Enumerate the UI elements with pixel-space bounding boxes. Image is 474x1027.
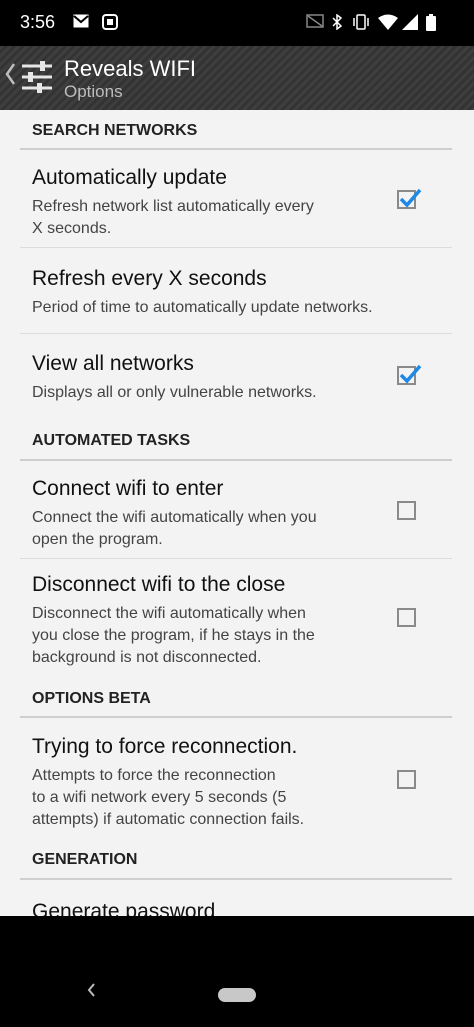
disconnect-close-checkbox[interactable] — [397, 608, 416, 627]
pref-title: Connect wifi to enter — [32, 477, 224, 500]
section-header-search-networks: SEARCH NETWORKS — [32, 122, 198, 139]
app-subtitle: Options — [64, 82, 123, 101]
pref-summary: X seconds. — [32, 220, 112, 237]
pref-summary: Refresh network list automatically every — [32, 198, 314, 215]
status-time: 3:56 — [20, 12, 56, 32]
pref-summary: Displays all or only vulnerable networks… — [32, 384, 317, 401]
back-arrow-icon[interactable] — [4, 62, 16, 86]
pref-title: Automatically update — [32, 166, 227, 189]
nav-home-pill[interactable] — [218, 988, 256, 1002]
pref-title: Trying to force reconnection. — [32, 735, 298, 758]
screenshot-icon — [102, 14, 118, 30]
checkmark-icon — [399, 188, 422, 208]
pref-summary: open the program. — [32, 531, 163, 548]
pref-summary: Period of time to automatically update n… — [32, 299, 373, 316]
connect-enter-checkbox[interactable] — [397, 501, 416, 520]
battery-icon — [426, 14, 436, 31]
pref-summary: attempts) if automatic connection fails. — [32, 811, 305, 828]
pref-title: Generate password — [32, 900, 216, 916]
signal-icon — [402, 14, 418, 30]
section-divider — [20, 459, 452, 461]
view-all-checkbox[interactable] — [397, 364, 422, 385]
app-title: Reveals WIFI — [64, 56, 197, 81]
navigation-bar — [0, 916, 474, 1027]
sliders-icon[interactable] — [20, 60, 54, 94]
pref-summary: background is not disconnected. — [32, 649, 262, 666]
section-header-automated-tasks: AUTOMATED TASKS — [32, 432, 191, 449]
pref-title: Disconnect wifi to the close — [32, 573, 286, 596]
wifi-icon — [378, 14, 398, 30]
pref-summary: Disconnect the wifi automatically when — [32, 605, 306, 622]
checkmark-icon — [399, 364, 422, 384]
row-divider — [20, 247, 452, 248]
nav-back-icon[interactable] — [86, 982, 96, 998]
vibrate-icon — [353, 14, 369, 30]
bluetooth-icon — [332, 14, 342, 30]
pref-summary: to a wifi network every 5 seconds (5 — [32, 789, 287, 806]
gmail-icon — [73, 14, 89, 28]
status-bar: 3:56 — [0, 0, 474, 46]
section-divider — [20, 878, 452, 880]
pref-title: Refresh every X seconds — [32, 267, 267, 290]
pref-summary: Connect the wifi automatically when you — [32, 509, 317, 526]
pref-summary: you close the program, if he stays in th… — [32, 627, 315, 644]
auto-update-checkbox[interactable] — [397, 188, 422, 209]
pref-title: View all networks — [32, 352, 194, 375]
section-divider — [20, 716, 452, 718]
section-header-options-beta: OPTIONS BETA — [32, 690, 151, 707]
cast-icon — [306, 14, 324, 28]
preferences-list[interactable]: SEARCH NETWORKS Automatically update Ref… — [0, 110, 474, 916]
row-divider — [20, 333, 452, 334]
section-header-generation: GENERATION — [32, 851, 138, 868]
section-divider — [20, 148, 452, 150]
pref-summary: Attempts to force the reconnection — [32, 767, 276, 784]
row-divider — [20, 558, 452, 559]
force-reconnect-checkbox[interactable] — [397, 770, 416, 789]
